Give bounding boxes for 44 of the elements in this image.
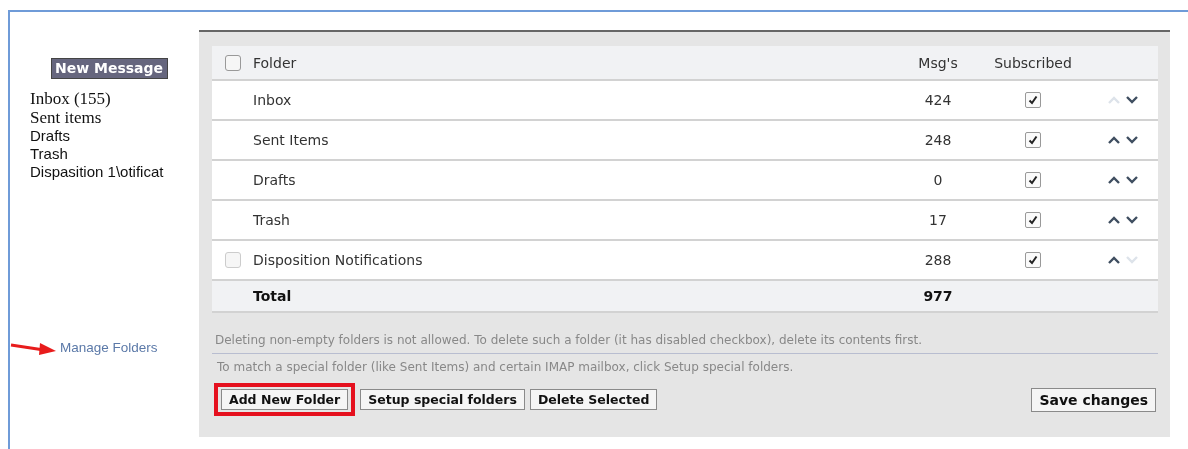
folder-name: Inbox — [253, 92, 293, 108]
total-count: 977 — [922, 288, 954, 304]
new-message-button[interactable]: New Message — [51, 58, 168, 79]
folder-link[interactable]: Dispasition 1\otificat — [30, 163, 199, 181]
action-button[interactable]: Setup special folders — [360, 389, 525, 410]
move-down-icon[interactable] — [1125, 95, 1139, 105]
subscribed-checkbox[interactable] — [1025, 132, 1041, 148]
message-count: 288 — [923, 252, 953, 268]
subscribed-checkbox[interactable] — [1025, 92, 1041, 108]
move-up-icon[interactable] — [1107, 135, 1121, 145]
manage-folders-link[interactable]: Manage Folders — [60, 340, 158, 355]
message-count: 424 — [923, 92, 953, 108]
move-down-icon[interactable] — [1125, 215, 1139, 225]
move-down-icon[interactable] — [1125, 135, 1139, 145]
folder-link[interactable]: Sent items — [30, 108, 199, 127]
arrow-icon — [10, 340, 56, 355]
folder-name: Sent Items — [253, 132, 330, 148]
folder-link[interactable]: Inbox (155) — [30, 89, 199, 108]
add-folder-button[interactable]: Add New Folder — [221, 389, 349, 410]
select-all-checkbox[interactable] — [224, 54, 241, 71]
subscribed-checkbox[interactable] — [1025, 172, 1041, 188]
subscribed-checkbox[interactable] — [1025, 252, 1041, 268]
folder-link[interactable]: Trash — [30, 145, 199, 163]
folder-name: Trash — [253, 212, 291, 228]
info-text: To match a special folder (like Sent Items) and certain IMAP mailbox, click Setup special folders. — [216, 360, 795, 374]
row-checkbox[interactable] — [224, 252, 241, 268]
action-button[interactable]: Delete Selected — [529, 389, 658, 410]
info-text: Deleting non-empty folders is not allowed. To delete such a folder (it has disabled checkbox), delete its contents first. — [212, 333, 1158, 354]
save-button[interactable]: Save changes — [1031, 387, 1156, 412]
message-count: 248 — [923, 132, 953, 148]
column-header: Msg's — [917, 54, 959, 71]
move-up-icon[interactable] — [1107, 255, 1121, 265]
folder-name: Disposition Notifications — [253, 252, 424, 268]
subscribed-checkbox[interactable] — [1025, 212, 1041, 228]
message-count: 17 — [928, 212, 948, 228]
message-count: 0 — [932, 172, 944, 188]
folder-link[interactable]: Drafts — [30, 127, 199, 145]
move-up-icon[interactable] — [1107, 215, 1121, 225]
total-label: Total — [253, 288, 293, 304]
column-header: Subscribed — [993, 54, 1073, 71]
move-down-icon[interactable] — [1125, 175, 1139, 185]
move-up-icon[interactable] — [1107, 175, 1121, 185]
folder-name: Drafts — [253, 172, 297, 188]
column-header: Folder — [253, 54, 298, 71]
